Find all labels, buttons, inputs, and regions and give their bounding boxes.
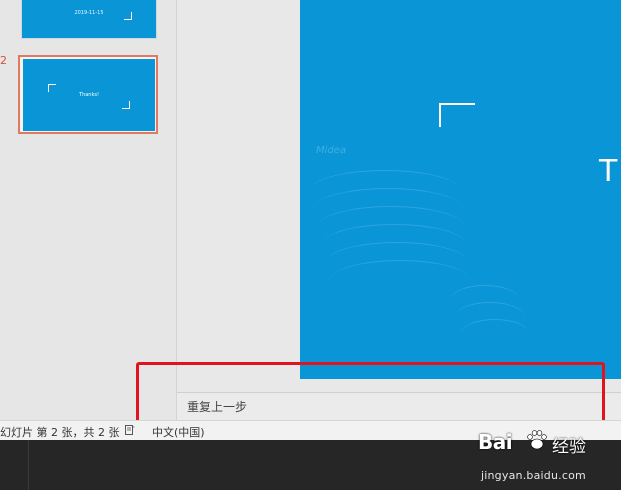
taskbar-separator (28, 440, 29, 490)
slide-number: 2 (0, 54, 7, 67)
annotation-highlight-box (136, 362, 605, 428)
thumbnail-date: 2019-11-15 (74, 10, 104, 16)
thumbnail-title: Thanks! (79, 92, 99, 98)
slide-title[interactable]: T (599, 154, 617, 189)
slide-thumbnail-2[interactable]: Thanks! (23, 59, 155, 131)
slide-thumbnail-1[interactable]: 2019-11-15 (22, 0, 156, 38)
slide-canvas[interactable]: Midea T (300, 0, 621, 379)
decorative-wave (460, 319, 530, 350)
brand-url: jingyan.baidu.com (481, 469, 586, 482)
status-slide-info: 幻灯片 第 2 张，共 2 张 (0, 426, 120, 439)
brand-name: 经验 (552, 437, 586, 457)
corner-mark-icon (48, 84, 56, 92)
corner-mark-icon (122, 101, 130, 109)
corner-mark-icon (124, 12, 132, 20)
notes-icon[interactable] (125, 425, 135, 435)
decorative-wave (330, 260, 470, 301)
corner-bracket-icon (439, 103, 475, 127)
brand-word: Bai (478, 430, 513, 454)
brand-logo: Bai 经验 (478, 426, 618, 472)
paw-icon (527, 430, 547, 450)
status-language[interactable]: 中文(中国) (152, 424, 205, 440)
brand-watermark: Midea (316, 145, 347, 156)
